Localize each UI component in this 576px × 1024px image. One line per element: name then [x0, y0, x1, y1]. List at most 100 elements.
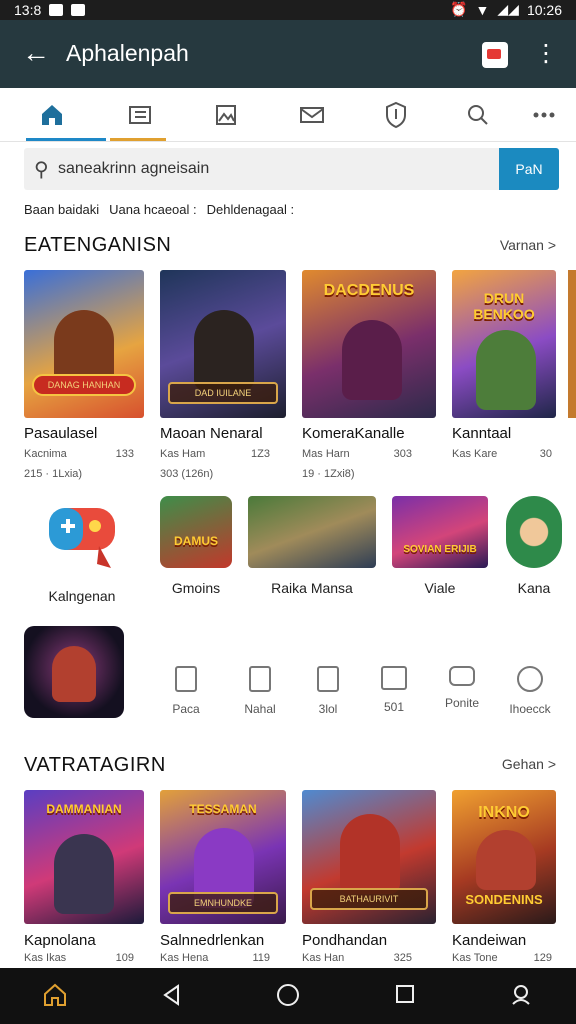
- category-item[interactable]: Kalngenan: [30, 494, 134, 604]
- game-card[interactable]: DANAG HANHAN Pasaulasel Kacnima 133 215 ·…: [24, 270, 144, 480]
- art-banner: DAD IUILANE: [168, 382, 278, 404]
- section-see-more-link[interactable]: Varnan >: [500, 237, 556, 253]
- utility-label: 3lol: [318, 702, 338, 716]
- game-meta: Kas Ham 1Z3: [160, 448, 270, 460]
- category-tile: [248, 496, 376, 568]
- game-card-art: BATHAURIVIT: [302, 790, 436, 924]
- page-title: Aphalenpah: [66, 40, 189, 66]
- search-button[interactable]: PaN: [499, 148, 559, 190]
- overflow-menu-icon[interactable]: ⋮: [534, 40, 558, 70]
- utility-item[interactable]: Ponite: [432, 666, 492, 710]
- utility-label: 501: [383, 700, 405, 714]
- art-title: TESSAMAN: [189, 802, 257, 816]
- category-label: Gmoins: [171, 580, 221, 596]
- back-arrow-icon[interactable]: ←: [20, 38, 52, 70]
- gamepad-icon: [39, 494, 125, 576]
- assistant-icon[interactable]: [506, 982, 536, 1012]
- search-bar: ⚲ PaN: [24, 148, 559, 190]
- art-banner: SONDENINS: [465, 891, 543, 907]
- section-see-more-link[interactable]: Gehan >: [502, 756, 556, 772]
- chip[interactable]: Uana hcaeoal :: [109, 202, 196, 217]
- utility-item[interactable]: 501: [364, 666, 424, 714]
- tab-list-icon[interactable]: [100, 88, 180, 142]
- game-card[interactable]: INKNO SONDENINS Kandeiwan Kas Tone 129: [452, 790, 556, 964]
- game-card-art: TESSAMAN EMNHUNDKE: [160, 790, 286, 924]
- game-name: Pasaulasel: [24, 425, 98, 442]
- tab-more-icon[interactable]: [504, 88, 576, 142]
- tab-image-icon[interactable]: [186, 88, 266, 142]
- chat-icon: [449, 666, 475, 686]
- home-icon[interactable]: [40, 982, 70, 1012]
- status-bar: 13:8 ⏰ ▼ ◢◢ 10:26: [0, 0, 576, 20]
- art-banner: EMNHUNDKE: [168, 892, 278, 914]
- game-card[interactable]: TESSAMAN EMNHUNDKE Salnnedrlenkan Kas He…: [160, 790, 286, 964]
- tab-mail-icon[interactable]: [272, 88, 352, 142]
- category-label: Kalngenan: [48, 588, 116, 604]
- art-title: INKNO: [478, 804, 530, 821]
- utility-item[interactable]: Ihoecck: [500, 666, 560, 716]
- game-name: Kandeiwan: [452, 932, 527, 949]
- game-name: Kapnolana: [24, 932, 96, 949]
- game-meta: Kas Tone 129: [452, 952, 552, 964]
- status-time-left: 13:8: [14, 2, 42, 18]
- search-input[interactable]: [58, 154, 488, 184]
- featured-game-tile[interactable]: [24, 626, 124, 718]
- category-item[interactable]: SOVIAN ERIJIB Viale: [392, 496, 488, 596]
- tab-bar: [0, 88, 576, 142]
- signal-icon: ◢◢: [497, 1, 519, 17]
- category-tile: SOVIAN ERIJIB: [392, 496, 488, 568]
- status-time-right: 10:26: [526, 1, 562, 18]
- wifi-icon: ▼: [475, 1, 490, 18]
- category-item[interactable]: Raika Mansa: [248, 496, 376, 596]
- game-card-peek: [568, 270, 576, 418]
- recents-square-icon[interactable]: [390, 982, 420, 1012]
- game-card[interactable]: DRUN BENKOO Kanntaal Kas Kare 30: [452, 270, 556, 460]
- store-icon[interactable]: [482, 42, 508, 68]
- chip[interactable]: Dehldenagaal :: [207, 202, 294, 217]
- category-tile: [506, 496, 562, 568]
- tab-badge-icon[interactable]: [356, 88, 436, 142]
- game-meta: Kas Hena 119: [160, 952, 270, 964]
- category-item[interactable]: Kana: [506, 496, 562, 596]
- game-card[interactable]: DAMMANIAN Kapnolana Kas Ikas 109: [24, 790, 144, 964]
- art-banner: DANAG HANHAN: [32, 374, 136, 396]
- art-title: DACDENUS: [323, 282, 415, 299]
- art-banner: BATHAURIVIT: [310, 888, 428, 910]
- art-title: SOVIAN ERIJIB: [403, 544, 477, 555]
- game-meta-secondary: 303 (126n): [160, 468, 214, 480]
- game-card[interactable]: BATHAURIVIT Pondhandan Kas Han 325: [302, 790, 436, 964]
- category-label: Raika Mansa: [271, 580, 353, 596]
- art-title: DAMMANIAN: [46, 802, 122, 816]
- app-bar: ← Aphalenpah ⋮: [0, 20, 576, 88]
- game-meta: Kas Han 325: [302, 952, 412, 964]
- bag-icon: [317, 666, 339, 692]
- utility-item[interactable]: 3lol: [298, 666, 358, 716]
- game-name: Pondhandan: [302, 932, 388, 949]
- game-card-art: DANAG HANHAN: [24, 270, 144, 418]
- category-item[interactable]: DAMUS Gmoins: [156, 496, 236, 596]
- section-title: VATRATAGIRN: [24, 754, 166, 776]
- game-name: Maoan Nenaral: [160, 425, 263, 442]
- game-card[interactable]: DACDENUS KomeraKanalle Mas Harn 303 19 · …: [302, 270, 436, 480]
- game-name: Salnnedrlenkan: [160, 932, 265, 949]
- game-card[interactable]: DAD IUILANE Maoan Nenaral Kas Ham 1Z3 303…: [160, 270, 286, 480]
- utility-item[interactable]: Paca: [156, 666, 216, 716]
- game-meta: Kas Kare 30: [452, 448, 552, 460]
- home-circle-icon[interactable]: [273, 982, 303, 1012]
- chip[interactable]: Baan baidaki: [24, 202, 99, 217]
- filter-chips: Baan baidaki Uana hcaeoal : Dehldenagaal…: [24, 202, 294, 217]
- utility-item[interactable]: Nahal: [230, 666, 290, 716]
- smiley-icon: [517, 666, 543, 692]
- gallery-icon: [49, 4, 64, 16]
- art-title: DAMUS: [174, 534, 218, 548]
- system-nav-bar: [0, 968, 576, 1024]
- art-title: DRUN BENKOO: [473, 290, 535, 322]
- doc-icon: [71, 4, 86, 16]
- game-meta: Mas Harn 303: [302, 448, 412, 460]
- game-card-art: INKNO SONDENINS: [452, 790, 556, 924]
- tab-home-icon[interactable]: [12, 88, 92, 142]
- utility-label: Ihoecck: [509, 702, 551, 716]
- search-icon: ⚲: [34, 159, 49, 181]
- back-triangle-icon[interactable]: [156, 982, 186, 1012]
- alarm-icon: ⏰: [450, 1, 468, 17]
